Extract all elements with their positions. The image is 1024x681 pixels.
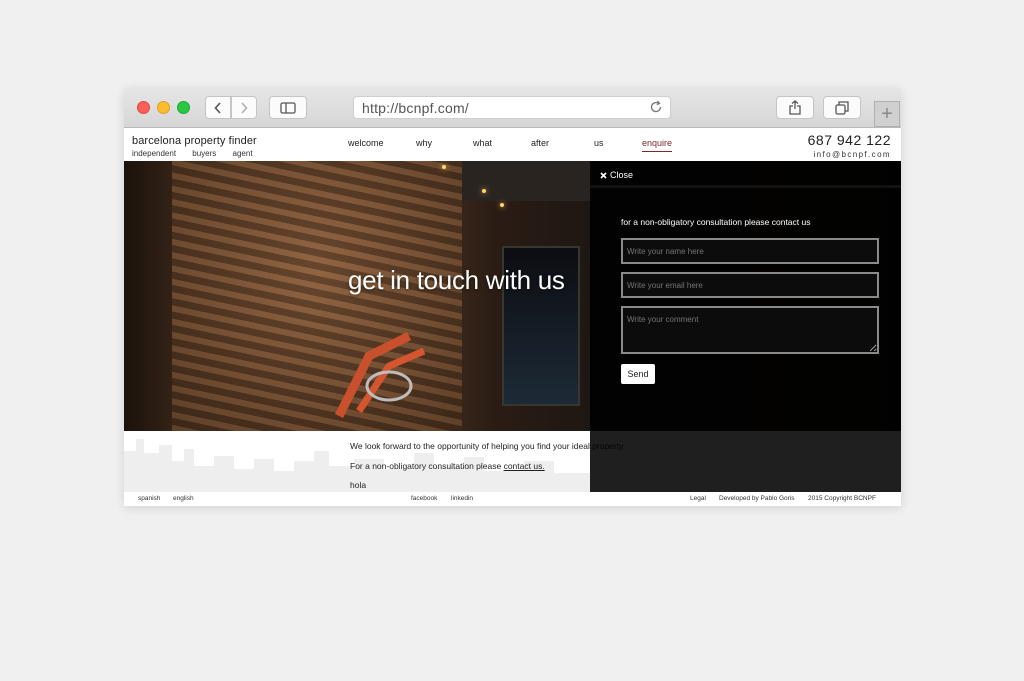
minimize-window-button[interactable]: [157, 101, 170, 114]
browser-window: http://bcnpf.com/ + barcelona property f…: [124, 88, 901, 506]
sidebar-icon: [280, 101, 296, 114]
browser-toolbar: http://bcnpf.com/ +: [124, 88, 901, 128]
tagline-word: buyers: [192, 149, 217, 158]
email-input[interactable]: [621, 272, 879, 298]
copyright-text: 2015 Copyright BCNPF: [808, 495, 876, 502]
hero-title: get in touch with us: [348, 265, 565, 295]
tagline-word: agent: [232, 149, 253, 158]
plus-icon: +: [881, 102, 893, 125]
legal-link[interactable]: Legal: [690, 495, 706, 502]
nav-us[interactable]: us: [594, 138, 604, 148]
close-label: Close: [610, 170, 634, 180]
new-tab-button[interactable]: +: [874, 101, 900, 127]
developer-credit[interactable]: Developed by Pablo Goris: [719, 495, 795, 502]
tabs-icon: [835, 100, 849, 115]
tab-overview-button[interactable]: [823, 96, 861, 119]
nav-welcome[interactable]: welcome: [348, 138, 384, 148]
url-text: http://bcnpf.com/: [362, 100, 469, 116]
site-header: barcelona property finder independent bu…: [124, 129, 901, 161]
ceiling-beams: [462, 161, 592, 201]
ceiling-light: [482, 189, 486, 193]
ceiling-light: [442, 165, 446, 169]
reload-icon[interactable]: [648, 99, 664, 115]
send-button[interactable]: Send: [621, 364, 655, 384]
chevron-left-icon: [214, 101, 221, 114]
panel-intro: for a non-obligatory consultation please…: [621, 217, 811, 227]
contact-email[interactable]: info@bcnpf.com: [813, 150, 891, 159]
lang-english-link[interactable]: english: [173, 495, 194, 502]
contact-us-link[interactable]: contact us.: [504, 461, 545, 471]
consultation-text: For a non-obligatory consultation please: [350, 461, 502, 471]
nav-enquire[interactable]: enquire: [642, 138, 673, 152]
exercise-bike-image: [334, 331, 426, 419]
site-footer: spanish english facebook linkedin Legal …: [124, 492, 901, 506]
facebook-link[interactable]: facebook: [411, 495, 437, 502]
ceiling-light: [500, 203, 504, 207]
sidebar-toggle-button[interactable]: [269, 96, 307, 119]
chevron-right-icon: [241, 101, 248, 114]
forward-button[interactable]: [231, 96, 257, 119]
nav-after[interactable]: after: [531, 138, 549, 148]
close-panel-button[interactable]: Close: [600, 170, 633, 180]
nav-what[interactable]: what: [473, 138, 492, 148]
close-window-button[interactable]: [137, 101, 150, 114]
intro-paragraph: We look forward to the opportunity of he…: [350, 441, 626, 451]
zoom-window-button[interactable]: [177, 101, 190, 114]
nav-why[interactable]: why: [416, 138, 432, 148]
close-icon: [600, 171, 607, 179]
linkedin-link[interactable]: linkedin: [451, 495, 473, 502]
lang-spanish-link[interactable]: spanish: [138, 495, 160, 502]
tagline-word: independent: [132, 149, 177, 158]
consultation-paragraph: For a non-obligatory consultation please…: [350, 461, 545, 471]
hola-text: hola: [350, 480, 367, 490]
contact-panel: Close for a non-obligatory consultation …: [590, 161, 901, 492]
comment-textarea[interactable]: [621, 306, 879, 354]
phone-number: 687 942 122: [807, 132, 891, 148]
panel-divider: [590, 185, 901, 188]
name-input[interactable]: [621, 238, 879, 264]
site-tagline: independent buyers agent: [132, 149, 267, 158]
address-bar[interactable]: http://bcnpf.com/: [353, 96, 671, 119]
share-icon: [789, 100, 801, 115]
share-button[interactable]: [776, 96, 814, 119]
site-logo[interactable]: barcelona property finder: [132, 135, 257, 147]
back-button[interactable]: [205, 96, 231, 119]
